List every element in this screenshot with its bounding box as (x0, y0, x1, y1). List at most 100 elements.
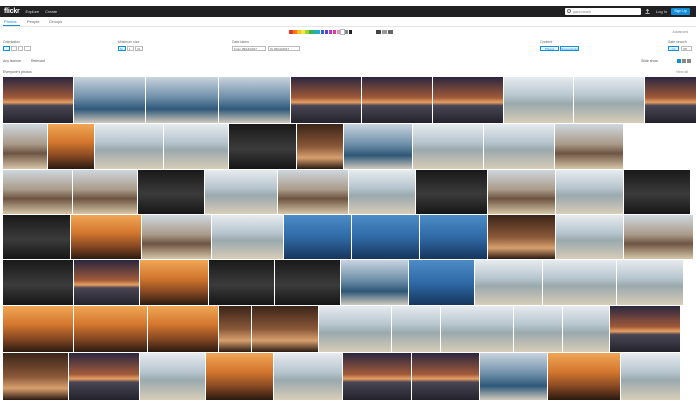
photo-thumbnail[interactable] (140, 353, 205, 400)
photo-thumbnail[interactable] (624, 170, 690, 214)
tab-photos[interactable]: Photos (4, 19, 16, 24)
photo-thumbnail[interactable] (488, 215, 555, 259)
photo-thumbnail[interactable] (548, 353, 620, 400)
photo-thumbnail[interactable] (274, 353, 342, 400)
photo-thumbnail[interactable] (344, 124, 412, 169)
photo-thumbnail[interactable] (278, 170, 348, 214)
search-input[interactable]: gaza beach (565, 8, 641, 15)
login-link[interactable]: Log In (656, 9, 667, 14)
flickr-logo[interactable]: flickr (4, 8, 20, 15)
photo-thumbnail[interactable] (574, 77, 644, 123)
photo-thumbnail[interactable] (420, 215, 487, 259)
photo-thumbnail[interactable] (362, 77, 432, 123)
results-count[interactable]: View all (676, 70, 688, 74)
photo-thumbnail[interactable] (556, 215, 623, 259)
photo-thumbnail[interactable] (148, 306, 218, 352)
slideshow-link[interactable]: Slide show (641, 59, 658, 63)
photo-thumbnail[interactable] (297, 124, 343, 169)
photo-thumbnail[interactable] (413, 124, 483, 169)
photo-thumbnail[interactable] (219, 77, 290, 123)
nav-explore[interactable]: Explore (26, 9, 40, 14)
nav-create[interactable]: Create (45, 9, 57, 14)
photo-thumbnail[interactable] (621, 353, 680, 400)
photo-thumbnail[interactable] (138, 170, 204, 214)
photo-thumbnail[interactable] (624, 215, 693, 259)
photo-thumbnail[interactable] (645, 77, 696, 123)
photo-thumbnail[interactable] (3, 124, 47, 169)
photo-thumbnail[interactable] (504, 77, 573, 123)
photo-thumbnail[interactable] (610, 306, 680, 352)
list-view-icon[interactable] (682, 59, 686, 63)
content-screenshots[interactable]: Screenshots (560, 46, 579, 51)
orientation-portrait[interactable] (11, 46, 17, 51)
pattern-shallow[interactable] (382, 30, 387, 34)
photo-thumbnail[interactable] (475, 260, 542, 305)
sort-dropdown[interactable]: Relevant (31, 59, 45, 63)
photo-thumbnail[interactable] (412, 353, 479, 400)
photo-thumbnail[interactable] (71, 215, 141, 259)
date-from-field[interactable]: From 09/14/2017 (232, 46, 266, 51)
photo-thumbnail[interactable] (48, 124, 94, 169)
content-photos[interactable]: Photos (540, 46, 559, 51)
size-medium[interactable]: M (118, 46, 126, 51)
size-xlarge[interactable]: XL (135, 46, 143, 51)
photo-thumbnail[interactable] (146, 77, 218, 123)
tab-people[interactable]: People (27, 19, 39, 24)
photo-thumbnail[interactable] (164, 124, 228, 169)
photo-thumbnail[interactable] (219, 306, 251, 352)
orientation-panorama[interactable] (24, 46, 31, 51)
photo-thumbnail[interactable] (69, 353, 139, 400)
photo-thumbnail[interactable] (3, 77, 73, 123)
photo-thumbnail[interactable] (74, 260, 139, 305)
photo-thumbnail[interactable] (433, 77, 503, 123)
pattern-bw[interactable] (376, 30, 381, 34)
photo-thumbnail[interactable] (409, 260, 474, 305)
detail-view-icon[interactable] (687, 59, 691, 63)
photo-thumbnail[interactable] (212, 215, 283, 259)
photo-thumbnail[interactable] (514, 306, 562, 352)
orientation-landscape[interactable] (3, 46, 10, 51)
photo-thumbnail[interactable] (319, 306, 391, 352)
photo-thumbnail[interactable] (74, 306, 147, 352)
photo-thumbnail[interactable] (74, 77, 145, 123)
safe-off[interactable]: Off (681, 46, 692, 51)
photo-thumbnail[interactable] (3, 353, 68, 400)
photo-thumbnail[interactable] (556, 170, 623, 214)
photo-thumbnail[interactable] (480, 353, 547, 400)
photo-thumbnail[interactable] (275, 260, 340, 305)
photo-thumbnail[interactable] (543, 260, 616, 305)
grid-view-icon[interactable] (677, 59, 681, 63)
orientation-square[interactable] (18, 46, 23, 51)
photo-thumbnail[interactable] (563, 306, 609, 352)
color-swatch[interactable] (348, 30, 353, 34)
photo-thumbnail[interactable] (3, 306, 73, 352)
license-dropdown[interactable]: Any license (3, 59, 21, 63)
tab-groups[interactable]: Groups (49, 19, 62, 24)
date-to-field[interactable]: To 09/14/2017 (268, 46, 300, 51)
upload-icon[interactable] (644, 8, 651, 15)
photo-thumbnail[interactable] (140, 260, 208, 305)
photo-thumbnail[interactable] (284, 215, 351, 259)
photo-thumbnail[interactable] (73, 170, 137, 214)
photo-thumbnail[interactable] (291, 77, 361, 123)
photo-thumbnail[interactable] (488, 170, 555, 214)
photo-thumbnail[interactable] (229, 124, 296, 169)
photo-thumbnail[interactable] (3, 260, 73, 305)
photo-thumbnail[interactable] (617, 260, 683, 305)
size-large[interactable]: L (127, 46, 134, 51)
photo-thumbnail[interactable] (142, 215, 211, 259)
photo-thumbnail[interactable] (349, 170, 415, 214)
safe-on[interactable]: On (668, 46, 679, 51)
photo-thumbnail[interactable] (341, 260, 408, 305)
signup-button[interactable]: Sign Up (671, 8, 690, 15)
photo-thumbnail[interactable] (392, 306, 440, 352)
photo-thumbnail[interactable] (3, 215, 70, 259)
pattern-minimal[interactable] (388, 30, 393, 34)
photo-thumbnail[interactable] (3, 170, 72, 214)
photo-thumbnail[interactable] (209, 260, 274, 305)
photo-thumbnail[interactable] (206, 353, 273, 400)
photo-thumbnail[interactable] (205, 170, 277, 214)
photo-thumbnail[interactable] (95, 124, 163, 169)
photo-thumbnail[interactable] (555, 124, 623, 169)
photo-thumbnail[interactable] (441, 306, 513, 352)
